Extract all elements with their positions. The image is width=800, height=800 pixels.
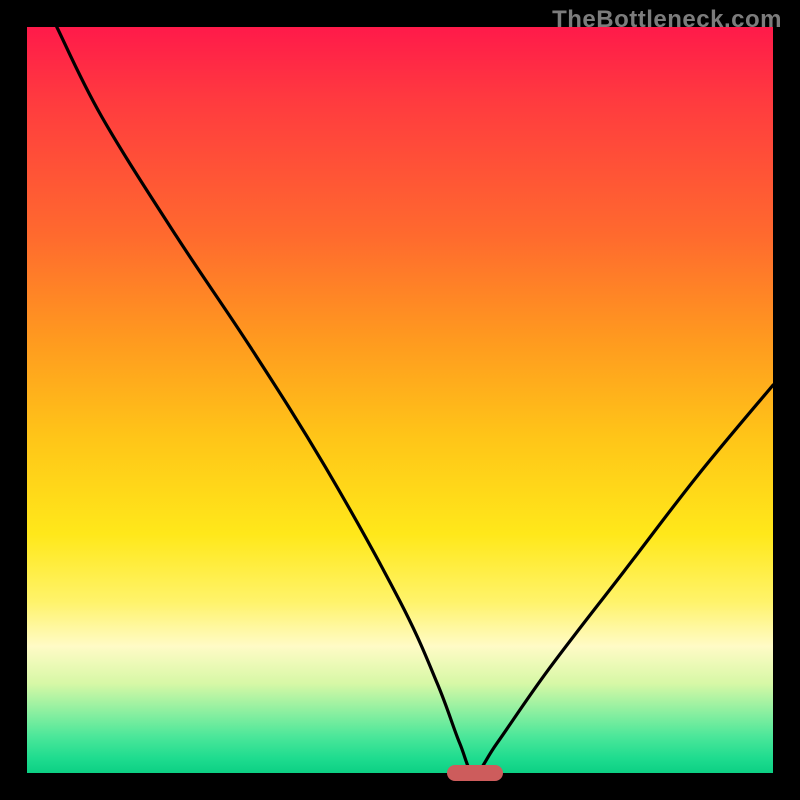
minimum-marker [447, 765, 503, 781]
chart-frame: TheBottleneck.com [0, 0, 800, 800]
plot-area [27, 27, 773, 773]
bottleneck-curve [27, 27, 773, 773]
